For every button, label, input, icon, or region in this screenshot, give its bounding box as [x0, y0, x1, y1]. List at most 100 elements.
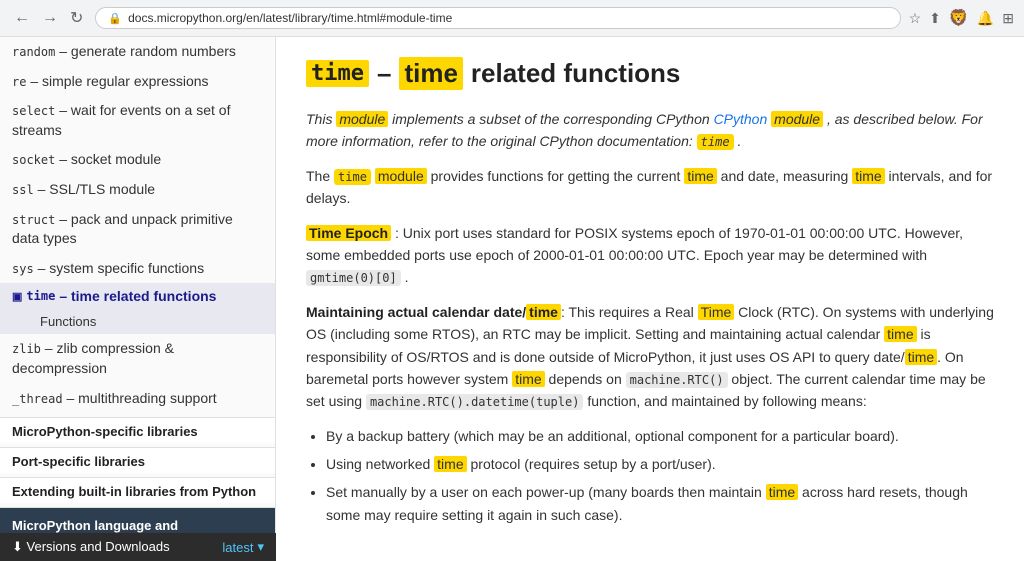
intro-period: .: [737, 133, 741, 149]
sidebar-key-sys: sys: [12, 262, 34, 276]
sidebar-item-thread[interactable]: _thread – multithreading support: [0, 384, 275, 414]
sidebar-desc-sys: – system specific functions: [38, 260, 205, 276]
sidebar-item-ssl[interactable]: ssl – SSL/TLS module: [0, 175, 275, 205]
title-highlight-time: time: [399, 57, 462, 90]
version-text: latest: [222, 540, 253, 555]
sidebar-key-thread: _thread: [12, 392, 63, 406]
back-button[interactable]: ←: [10, 7, 34, 29]
sidebar-section-micropython[interactable]: MicroPython-specific libraries: [0, 417, 275, 443]
share-icon[interactable]: ⬆: [929, 10, 941, 27]
intro-cpython-link[interactable]: CPython: [714, 111, 768, 127]
content-area: time – time related functions This modul…: [276, 37, 1024, 561]
bullet-2-text: Using networked: [326, 456, 434, 472]
sidebar-sub-functions[interactable]: Functions: [0, 309, 275, 334]
calendar-paragraph: Maintaining actual calendar date/time: T…: [306, 301, 994, 413]
download-icon: ⬇: [12, 539, 27, 554]
reload-button[interactable]: ↻: [66, 6, 87, 30]
bullet-3-time: time: [766, 484, 798, 500]
sidebar-desc-re: – simple regular expressions: [30, 73, 208, 89]
calendar-time2: time: [884, 326, 916, 342]
sidebar-desc-socket: – socket module: [59, 151, 161, 167]
title-dash: –: [377, 58, 391, 89]
intro-module1: module: [336, 111, 388, 127]
sidebar-item-sys[interactable]: sys – system specific functions: [0, 254, 275, 284]
sidebar-section-port-label: Port-specific libraries: [12, 454, 145, 469]
epoch-period: .: [405, 269, 409, 285]
sidebar-key-random: random: [12, 45, 55, 59]
calendar-time: time: [526, 304, 561, 320]
lock-icon: 🔒: [108, 12, 122, 25]
forward-button[interactable]: →: [38, 7, 62, 29]
para1-the: The: [306, 168, 334, 184]
calendar-bold: Maintaining actual calendar date/: [306, 304, 526, 320]
bullet-3: Set manually by a user on each power-up …: [326, 481, 994, 526]
para1-time2: time: [852, 168, 884, 184]
sidebar-section-extending-label: Extending built-in libraries from Python: [12, 484, 256, 499]
bullet-1-text: By a backup battery (which may be an add…: [326, 428, 899, 444]
para1-module: module provides functions for getting th…: [375, 168, 685, 184]
calendar-text5: depends on: [545, 371, 626, 387]
sidebar-key-socket: socket: [12, 153, 55, 167]
browser-actions: ☆ ⬆ 🦁 🔔 ⊞: [909, 8, 1014, 28]
sidebar-section-port[interactable]: Port-specific libraries: [0, 447, 275, 473]
sidebar-item-random[interactable]: random – generate random numbers: [0, 37, 275, 67]
calendar-time4: time: [512, 371, 544, 387]
calendar-time3: time: [905, 349, 937, 365]
sidebar-key-zlib: zlib: [12, 342, 41, 356]
bottom-bar[interactable]: ⬇ Versions and Downloads latest ▾: [0, 533, 276, 561]
bullet-3-text: Set manually by a user on each power-up …: [326, 484, 766, 500]
intro-text1: implements a subset of the corresponding…: [392, 111, 713, 127]
epoch-title: Time Epoch: [306, 225, 391, 241]
sidebar-item-re[interactable]: re – simple regular expressions: [0, 67, 275, 97]
bullet-1: By a backup battery (which may be an add…: [326, 425, 994, 447]
notifications-icon[interactable]: 🔔: [977, 10, 994, 27]
sidebar-desc-ssl: – SSL/TLS module: [38, 181, 156, 197]
calendar-Time: Time: [698, 304, 735, 320]
sidebar-desc-thread: – multithreading support: [66, 390, 216, 406]
bullet-2-rest: protocol (requires setup by a port/user)…: [467, 456, 716, 472]
intro-time-code: time: [697, 134, 734, 150]
epoch-text: : Unix port uses standard for POSIX syst…: [306, 225, 963, 263]
sidebar-key-time: time: [26, 289, 55, 303]
main-layout: random – generate random numbers re – si…: [0, 37, 1024, 561]
calendar-code2: machine.RTC().datetime(tuple): [366, 394, 584, 410]
version-arrow: ▾: [257, 539, 264, 555]
title-code-time: time: [306, 60, 369, 87]
browser-toolbar: ← → ↻ 🔒 docs.micropython.org/en/latest/l…: [0, 0, 1024, 37]
sidebar-key-re: re: [12, 75, 26, 89]
window-icon[interactable]: ⊞: [1002, 10, 1014, 27]
sidebar-item-struct[interactable]: struct – pack and unpack primitive data …: [0, 205, 275, 254]
sidebar: random – generate random numbers re – si…: [0, 37, 276, 561]
sidebar-desc-time: – time related functions: [59, 288, 216, 304]
sidebar-item-select[interactable]: select – wait for events on a set of str…: [0, 96, 275, 145]
sidebar-section-extending[interactable]: Extending built-in libraries from Python: [0, 477, 275, 503]
nav-buttons: ← → ↻: [10, 6, 87, 30]
version-badge: latest ▾: [222, 539, 264, 555]
epoch-code: gmtime(0)[0]: [306, 270, 401, 286]
bookmark-icon[interactable]: ☆: [909, 10, 922, 27]
bullet-2-time: time: [434, 456, 466, 472]
sidebar-key-select: select: [12, 104, 55, 118]
sidebar-key-ssl: ssl: [12, 183, 34, 197]
sidebar-item-socket[interactable]: socket – socket module: [0, 145, 275, 175]
expand-icon: ▣: [12, 290, 22, 303]
para1: The time module provides functions for g…: [306, 165, 994, 210]
intro-module2: module: [771, 111, 823, 127]
address-bar[interactable]: 🔒 docs.micropython.org/en/latest/library…: [95, 7, 900, 29]
versions-text: Versions and Downloads: [27, 539, 170, 554]
sidebar-section-micropython-label: MicroPython-specific libraries: [12, 424, 198, 439]
bullet-list: By a backup battery (which may be an add…: [326, 425, 994, 527]
versions-label: ⬇ Versions and Downloads: [12, 539, 170, 555]
sidebar-sub-functions-label: Functions: [40, 314, 96, 329]
calendar-colon: : This requires a Real: [561, 304, 698, 320]
sidebar-item-zlib[interactable]: zlib – zlib compression & decompression: [0, 334, 275, 383]
page-title: time – time related functions: [306, 57, 994, 90]
para1-text3: and date, measuring: [721, 168, 853, 184]
sidebar-item-time[interactable]: ▣ time – time related functions: [0, 283, 275, 309]
brave-icon: 🦁: [949, 8, 969, 28]
url-text: docs.micropython.org/en/latest/library/t…: [128, 11, 888, 25]
sidebar-key-struct: struct: [12, 213, 55, 227]
bullet-2: Using networked time protocol (requires …: [326, 453, 994, 475]
intro-this: This: [306, 111, 336, 127]
calendar-code1: machine.RTC(): [626, 372, 728, 388]
